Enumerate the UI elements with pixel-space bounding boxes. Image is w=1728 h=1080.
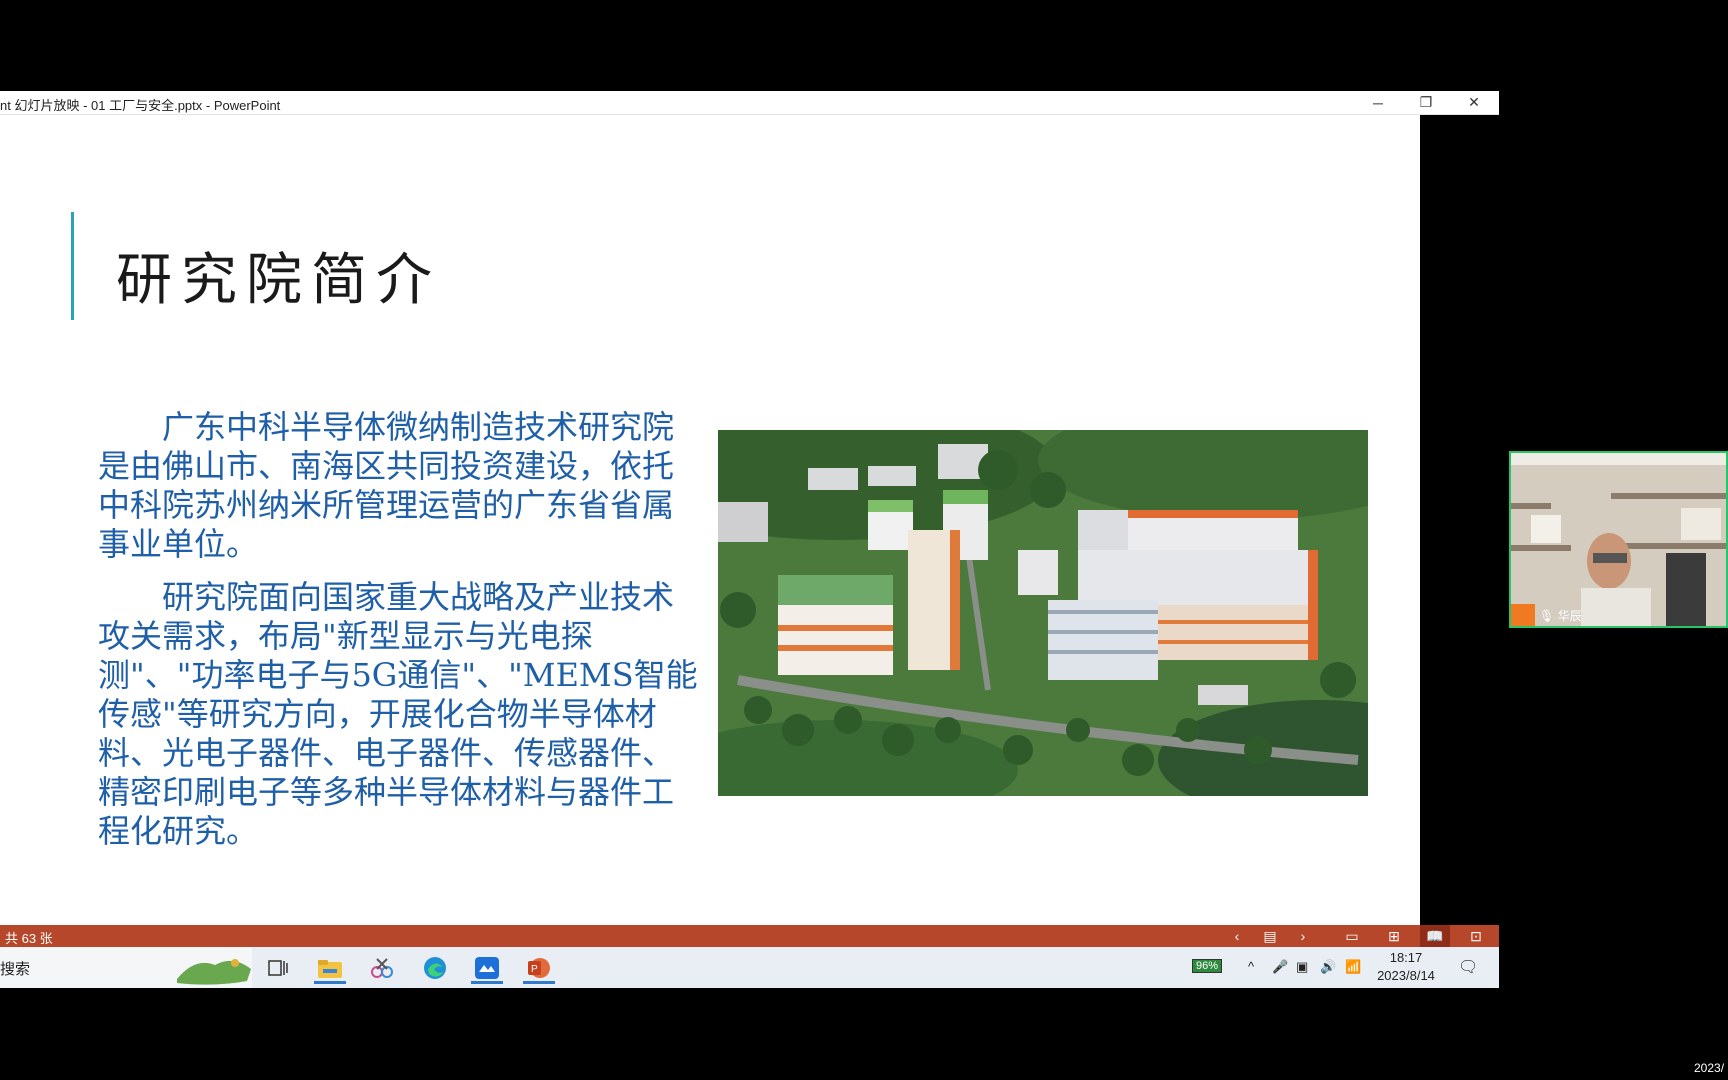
slide-count: 共 63 张 (5, 931, 53, 946)
restore-button[interactable]: ❐ (1403, 91, 1449, 114)
volume-icon[interactable]: 🔊 (1320, 959, 1336, 975)
mic-icon: 🎙 (1539, 609, 1555, 623)
clock-time: 18:17 (1389, 950, 1423, 965)
battery-indicator[interactable]: 96% (1192, 957, 1223, 973)
slideshow-view-icon[interactable]: ⊡ (1461, 925, 1491, 947)
corner-date-text: 2023/ (1694, 1061, 1725, 1075)
reading-view-icon[interactable]: 📖 (1420, 925, 1450, 947)
powerpoint-window: nt 幻灯片放映 - 01 工厂与安全.pptx - PowerPoint ─ … (0, 91, 1499, 988)
clock-date: 2023/8/14 (1377, 968, 1435, 983)
notification-icon[interactable]: 🗨 (1458, 957, 1478, 977)
minimize-button[interactable]: ─ (1355, 91, 1401, 114)
network-icon[interactable]: 📶 (1345, 959, 1361, 975)
participant-video-tile[interactable]: 🎙 华辰 (1509, 451, 1728, 628)
slideshow-statusbar: 共 63 张 ‹ ▤ › ▭ ⊞ 📖 ⊡ (0, 925, 1499, 947)
normal-view-icon[interactable]: ▭ (1337, 925, 1367, 947)
campus-aerial-image (718, 430, 1368, 796)
title-accent-bar (71, 212, 74, 320)
battery-percent: 96% (1192, 959, 1223, 973)
participant-name: 🎙 华辰 (1539, 609, 1582, 623)
window-title: nt 幻灯片放映 - 01 工厂与安全.pptx - PowerPoint (0, 98, 281, 113)
slide-title: 研究院简介 (116, 248, 441, 313)
snipping-tool-icon[interactable] (360, 951, 404, 984)
file-explorer-icon[interactable] (308, 951, 352, 984)
screen: nt 幻灯片放映 - 01 工厂与安全.pptx - PowerPoint ─ … (0, 0, 1728, 1080)
slide-letterbox (1420, 115, 1499, 925)
microphone-icon[interactable]: 🎤 (1272, 959, 1288, 975)
close-button[interactable]: ✕ (1451, 91, 1497, 114)
svg-text:P: P (531, 964, 538, 975)
next-slide-icon[interactable]: › (1288, 925, 1318, 947)
participant-video-feed (1511, 453, 1726, 626)
taskbar-clock[interactable]: 18:17 2023/8/14 (1368, 949, 1444, 985)
search-text: 搜索 (0, 961, 31, 978)
previous-slide-icon[interactable]: ‹ (1222, 925, 1252, 947)
windows-taskbar: 搜索 P 96% ^ 🎤 ▣ 🔊 📶 18:17 2023/8/14 🗨 (0, 947, 1499, 988)
slide-body-text: 广东中科半导体微纳制造技术研究院是由佛山市、南海区共同投资建设，依托中科院苏州纳… (98, 408, 698, 865)
meeting-app-icon[interactable] (465, 951, 509, 984)
taskbar-search-box[interactable]: 搜索 (0, 947, 252, 988)
powerpoint-taskbar-icon[interactable]: P (517, 951, 561, 984)
paragraph-1: 广东中科半导体微纳制造技术研究院是由佛山市、南海区共同投资建设，依托中科院苏州纳… (98, 408, 675, 563)
edge-browser-icon[interactable] (413, 951, 457, 984)
paragraph-2: 研究院面向国家重大战略及产业技术攻关需求，布局"新型显示与光电探测"、"功率电子… (98, 578, 698, 850)
task-view-icon[interactable] (256, 951, 300, 984)
slide[interactable]: 研究院简介 广东中科半导体微纳制造技术研究院是由佛山市、南海区共同投资建设，依托… (0, 115, 1420, 925)
window-titlebar: nt 幻灯片放映 - 01 工厂与安全.pptx - PowerPoint ─ … (0, 91, 1499, 115)
slide-sorter-icon[interactable]: ⊞ (1379, 925, 1409, 947)
show-hidden-icons-icon[interactable]: ^ (1248, 959, 1254, 974)
participant-avatar-icon (1511, 604, 1535, 626)
slide-menu-icon[interactable]: ▤ (1255, 925, 1285, 947)
display-icon[interactable]: ▣ (1296, 959, 1308, 975)
search-highlight-image (177, 959, 251, 985)
